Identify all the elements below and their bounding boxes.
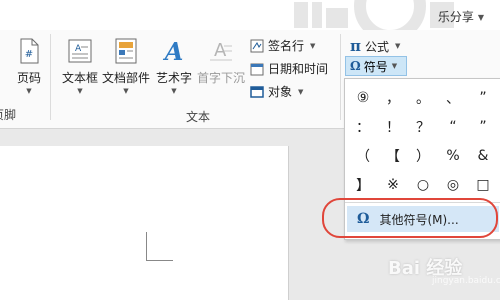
signature-line-button[interactable]: 签名行 ▼ [250, 37, 315, 54]
chevron-down-icon: ▼ [395, 42, 401, 50]
user-name: 乐分享 [437, 10, 474, 24]
object-icon [250, 85, 264, 98]
svg-text:A: A [163, 38, 184, 64]
symbol-cell[interactable]: ⑨ [349, 83, 377, 112]
chevron-down-icon: ▼ [310, 41, 316, 50]
symbol-label: 符号 [363, 59, 388, 74]
signature-line-label: 签名行 [268, 39, 305, 53]
symbol-cell[interactable]: % [439, 141, 467, 170]
watermark-subtext: jingyan.baidu.com [432, 276, 500, 286]
svg-text:A: A [75, 44, 82, 54]
datetime-label: 日期和时间 [268, 62, 329, 76]
symbol-cell[interactable]: 。 [409, 83, 437, 112]
symbol-cell[interactable]: ！ [379, 112, 407, 141]
group-separator [340, 34, 341, 120]
symbol-cell[interactable]: ※ [379, 170, 407, 199]
chevron-down-icon: ▼ [391, 62, 398, 70]
group-separator [50, 34, 51, 120]
symbol-cell[interactable]: 】 [349, 170, 377, 199]
dropcap-button[interactable]: A 首字下沉 [196, 38, 246, 86]
docparts-button[interactable]: 文档部件 ▼ [102, 38, 150, 95]
wordart-label: 艺术字 [155, 71, 192, 85]
page-number-icon: # [20, 38, 39, 64]
symbol-cell[interactable]: 【 [379, 141, 407, 170]
symbol-grid: ⑨，。、” ：！？ “” （【）% & 】 ※ ○ ◎ □ [349, 83, 499, 199]
docparts-label: 文档部件 [102, 71, 151, 85]
pi-icon: π [350, 37, 361, 55]
symbol-cell[interactable]: “ [439, 112, 467, 141]
margin-corner-mark [146, 232, 173, 261]
page-number-label: 页码 [16, 71, 41, 85]
omega-icon: Ω [350, 59, 361, 73]
page-number-button[interactable]: # 页码 ▼ [12, 38, 46, 95]
object-button[interactable]: 对象 ▼ [250, 83, 303, 100]
watermark-graphic [294, 0, 454, 32]
wordart-icon: A [163, 37, 184, 66]
symbol-cell[interactable]: ： [349, 112, 377, 141]
signature-icon [250, 39, 264, 52]
symbol-cell[interactable]: ○ [409, 170, 437, 199]
textbox-button[interactable]: A 文本框 ▼ [60, 38, 100, 95]
symbol-cell[interactable]: ？ [409, 112, 437, 141]
symbol-cell[interactable]: ◎ [439, 170, 467, 199]
symbol-cell[interactable]: 、 [439, 83, 467, 112]
datetime-button[interactable]: 日期和时间 [250, 60, 328, 77]
dropcap-icon: A [210, 40, 232, 61]
symbol-button[interactable]: Ω 符号 ▼ [345, 56, 407, 76]
title-bar: 乐分享 ▼ [0, 0, 500, 32]
svg-text:#: # [25, 49, 33, 60]
chevron-down-icon: ▼ [171, 87, 177, 95]
chevron-down-icon: ▼ [123, 87, 129, 95]
textbox-label: 文本框 [61, 71, 98, 85]
dropcap-label: 首字下沉 [196, 71, 245, 85]
symbol-cell[interactable]: ” [469, 83, 497, 112]
text-group-label: 文本 [186, 110, 211, 124]
symbol-cell[interactable]: ） [409, 141, 437, 170]
equation-button[interactable]: π 公式 ▼ [350, 37, 400, 55]
textbox-icon: A [68, 39, 92, 63]
chevron-down-icon: ▼ [298, 87, 304, 96]
symbol-cell[interactable]: □ [469, 170, 497, 199]
symbol-cell[interactable]: & [469, 141, 497, 170]
document-page[interactable] [0, 146, 289, 300]
object-label: 对象 [268, 85, 293, 99]
user-account[interactable]: 乐分享 ▼ [438, 8, 484, 25]
equation-label: 公式 [364, 39, 389, 54]
chevron-down-icon: ▼ [477, 13, 484, 22]
chevron-down-icon: ▼ [26, 87, 32, 95]
docparts-icon [115, 38, 137, 64]
highlight-ring [322, 198, 498, 238]
footer-group-label: 页脚 [0, 108, 17, 122]
symbol-cell[interactable]: ” [469, 112, 497, 141]
symbol-cell[interactable]: （ [349, 141, 377, 170]
symbol-cell[interactable]: ， [379, 83, 407, 112]
chevron-down-icon: ▼ [77, 87, 83, 95]
wordart-button[interactable]: A 艺术字 ▼ [154, 37, 194, 95]
calendar-icon [250, 63, 264, 75]
